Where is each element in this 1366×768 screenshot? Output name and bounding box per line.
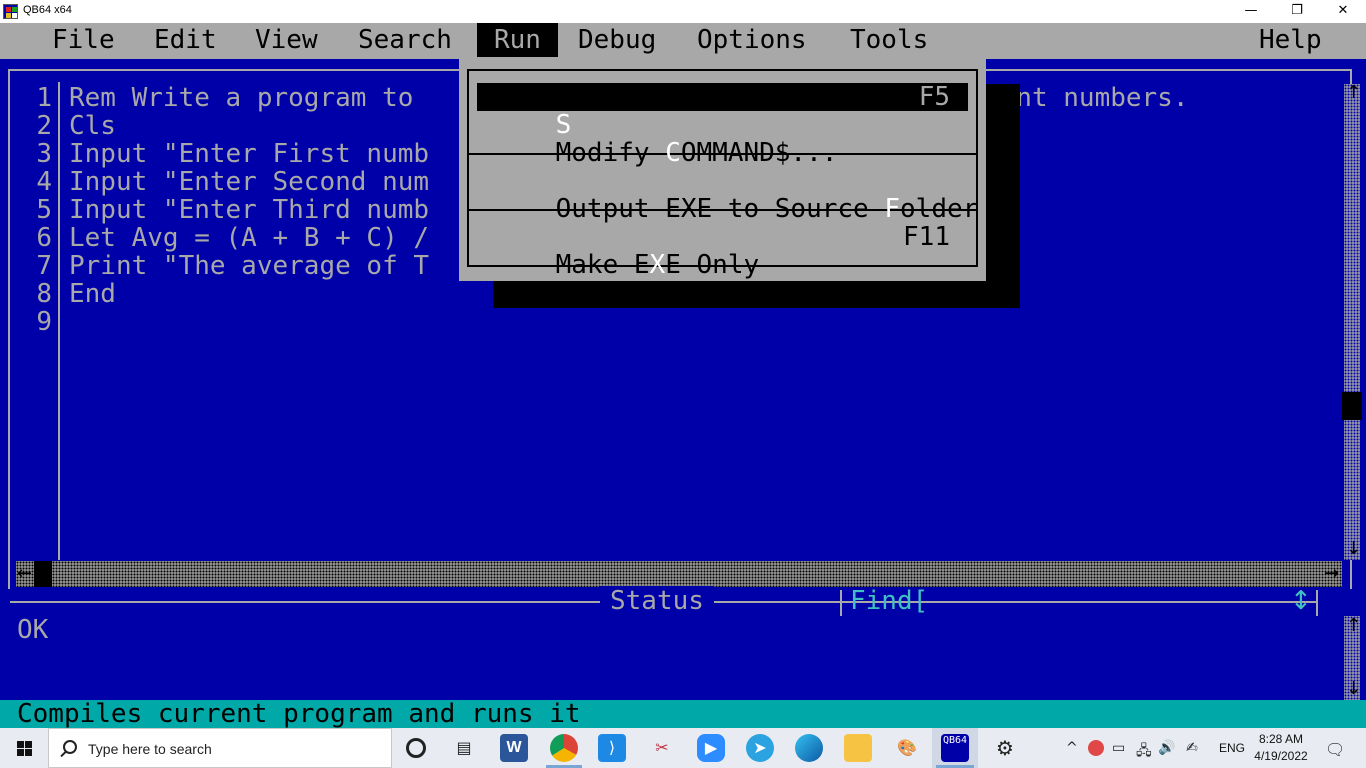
status-scroll-up-arrow-icon[interactable]: ↑: [1346, 617, 1361, 635]
vscode-icon[interactable]: ⟩: [598, 734, 626, 762]
run-menu: Start F5 Modify COMMAND$... Output EXE t…: [459, 57, 986, 281]
line-number: 5: [36, 195, 52, 225]
hotkey-letter: C: [665, 138, 681, 168]
status-title: Status: [600, 586, 714, 616]
status-output: OK: [17, 615, 49, 645]
pen-icon[interactable]: ✍: [1186, 740, 1198, 756]
taskbar-search[interactable]: [48, 728, 392, 768]
menu-item-label: older: [900, 194, 979, 224]
windows-logo-icon: [17, 741, 32, 756]
cortana-icon[interactable]: [406, 738, 426, 758]
code-line[interactable]: Input "Enter Third numb: [69, 196, 429, 224]
status-divider-left: [10, 601, 840, 603]
editor-vertical-scroll-thumb[interactable]: [1342, 392, 1362, 420]
clock-time[interactable]: 8:28 AM: [1256, 732, 1306, 746]
editor-vertical-scrollbar[interactable]: [1344, 84, 1360, 560]
menu-item-label: OMMAND$...: [680, 138, 838, 168]
clock-date[interactable]: 4/19/2022: [1251, 749, 1311, 763]
volume-icon[interactable]: 🔊: [1158, 740, 1175, 756]
code-line[interactable]: Input "Enter Second num: [69, 168, 429, 196]
code-line[interactable]: End: [69, 280, 116, 308]
code-line[interactable]: Cls: [69, 112, 116, 140]
menu-bar: File Edit View Search Run Debug Options …: [0, 23, 1366, 59]
search-input[interactable]: [88, 739, 368, 759]
zoom-icon[interactable]: ▶: [697, 734, 725, 762]
notification-app-icon[interactable]: [1088, 740, 1104, 756]
editor-horizontal-scrollbar[interactable]: [16, 561, 1342, 587]
scroll-up-arrow-icon[interactable]: ↑: [1346, 84, 1361, 102]
line-number: 9: [36, 307, 52, 337]
menu-item-label: Modify: [555, 138, 666, 168]
start-button[interactable]: [0, 728, 48, 768]
menu-item-label: E Only: [665, 250, 760, 280]
find-field[interactable]: Find[: [850, 586, 928, 616]
line-number: 4: [36, 167, 52, 197]
menu-view[interactable]: View: [238, 23, 335, 57]
battery-icon[interactable]: ▭: [1112, 740, 1125, 756]
restore-button[interactable]: ❐: [1274, 0, 1320, 23]
line-number: 1: [36, 83, 52, 113]
close-button[interactable]: ✕: [1320, 0, 1366, 23]
telegram-icon[interactable]: ➤: [746, 734, 774, 762]
menu-file[interactable]: File: [35, 23, 132, 57]
menu-debug[interactable]: Debug: [561, 23, 673, 57]
menu-search[interactable]: Search: [341, 23, 469, 57]
taskbar: ▤ W ⟩ ✂ ▶ ➤ 🎨 QB64 ⚙ ^ ▭ 🖧 🔊 ✍ ENG 8:28 …: [0, 728, 1366, 768]
find-separator-right: [1316, 590, 1318, 616]
menu-edit[interactable]: Edit: [137, 23, 234, 57]
snipping-icon[interactable]: ✂: [648, 734, 676, 762]
line-number: 3: [36, 139, 52, 169]
shortcut-label: F5: [918, 82, 950, 112]
chrome-icon[interactable]: [550, 734, 578, 762]
file-explorer-icon[interactable]: [844, 734, 872, 762]
menu-item-output-exe-to-source-folder[interactable]: Output EXE to Source Folder: [477, 167, 979, 223]
menu-item-label: Make E: [555, 250, 650, 280]
menu-run[interactable]: Run: [477, 23, 558, 57]
menu-item-modify-command[interactable]: Modify COMMAND$...: [477, 111, 968, 167]
help-line: Compiles current program and runs it: [0, 700, 1366, 728]
menu-help[interactable]: Help: [1242, 23, 1339, 57]
notifications-icon[interactable]: 🗨: [1325, 740, 1345, 759]
minimize-button[interactable]: —: [1228, 0, 1274, 23]
search-icon: [63, 740, 77, 754]
scroll-left-arrow-icon[interactable]: ←: [17, 565, 32, 583]
language-indicator[interactable]: ENG: [1219, 741, 1245, 755]
window-titlebar: QB64 x64 — ❐ ✕: [0, 0, 1366, 23]
line-number: 2: [36, 111, 52, 141]
shortcut-label: F11: [903, 222, 950, 252]
menu-item-label: Output EXE to Source: [555, 194, 885, 224]
line-number: 7: [36, 251, 52, 281]
settings-icon[interactable]: ⚙: [991, 734, 1019, 762]
window-title: QB64 x64: [23, 4, 72, 16]
menu-options[interactable]: Options: [680, 23, 824, 57]
scroll-down-arrow-icon[interactable]: ↓: [1346, 540, 1361, 558]
find-separator-left: [840, 590, 842, 616]
editor-horizontal-scroll-thumb[interactable]: [34, 561, 52, 587]
word-icon[interactable]: W: [500, 734, 528, 762]
line-number: 8: [36, 279, 52, 309]
paint-icon[interactable]: 🎨: [893, 734, 921, 762]
line-number: 6: [36, 223, 52, 253]
status-scroll-down-arrow-icon[interactable]: ↓: [1346, 680, 1361, 698]
qb64-app-icon: [3, 4, 18, 19]
task-view-icon[interactable]: ▤: [450, 734, 478, 762]
code-line[interactable]: Input "Enter First numb: [69, 140, 429, 168]
qb64-taskbar-button[interactable]: QB64: [932, 728, 978, 768]
code-line[interactable]: Let Avg = (A + B + C) /: [69, 224, 429, 252]
hotkey-letter: X: [649, 250, 666, 280]
menu-item-make-exe-only[interactable]: Make EXE Only F11: [477, 222, 968, 279]
resize-handle-icon[interactable]: ↕: [1290, 586, 1312, 616]
line-number-gutter-divider: [58, 82, 60, 560]
qb64-icon: QB64: [941, 734, 969, 762]
code-line[interactable]: Print "The average of T: [69, 252, 429, 280]
show-hidden-icons-chevron-icon[interactable]: ^: [1066, 740, 1078, 756]
code-line[interactable]: Rem Write a program to: [69, 84, 413, 112]
menu-item-start[interactable]: Start F5: [477, 82, 968, 139]
edge-icon[interactable]: [795, 734, 823, 762]
hotkey-letter: F: [884, 194, 901, 224]
scroll-right-arrow-icon[interactable]: →: [1324, 565, 1339, 583]
network-icon[interactable]: 🖧: [1136, 740, 1152, 764]
menu-tools[interactable]: Tools: [833, 23, 945, 57]
